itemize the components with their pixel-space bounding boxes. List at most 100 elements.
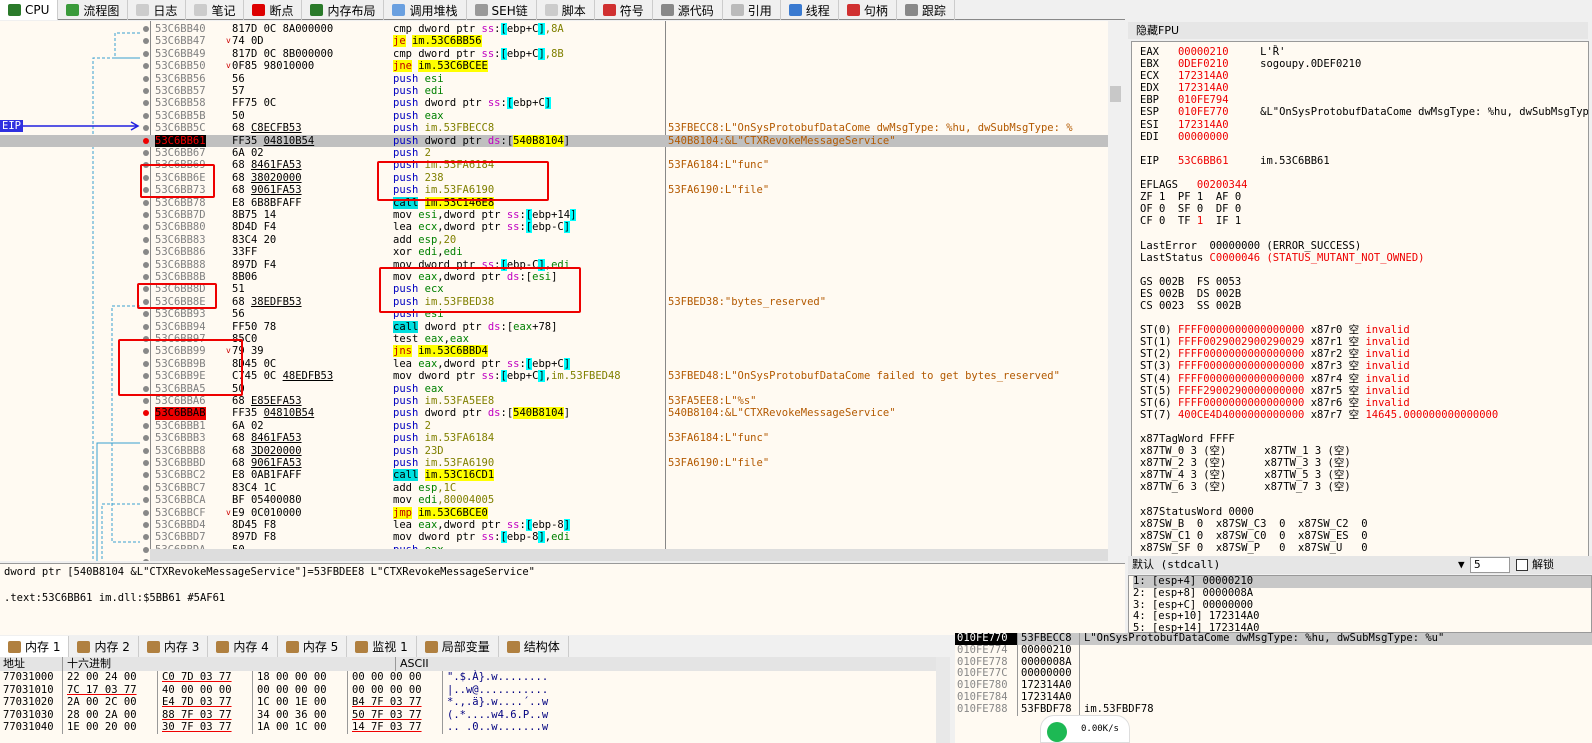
breakpoint-toggle[interactable] [143,125,149,132]
segment-registers[interactable]: ES 002B DS 002B [1140,288,1588,300]
flags-row[interactable]: OF 0 SF 0 DF 0 [1140,203,1588,215]
disasm-row[interactable]: v 53C6BB47 74 0D je im.53C6BB56 [0,35,1108,48]
breakpoint-toggle[interactable] [143,63,149,70]
breakpoint-toggle[interactable] [143,224,149,231]
tab-handle[interactable]: 句柄 [839,0,897,20]
register-esi[interactable]: ESI 172314A0 [1140,119,1588,131]
fpu-register[interactable]: ST(5) FFFF2900290000000000 x87r5 空 inval… [1140,385,1588,397]
breakpoint-toggle[interactable] [143,323,149,330]
register-eflags[interactable]: EFLAGS 00200344 [1140,179,1588,191]
breakpoint-toggle[interactable] [143,410,149,417]
x87-status[interactable]: x87SW_B 0 x87SW_C3 0 x87SW_C2 0 [1140,518,1588,530]
tab-breakpoint[interactable]: 断点 [244,0,303,20]
segment-registers[interactable]: CS 0023 SS 002B [1140,300,1588,312]
memory-tab[interactable]: 内存 3 [139,636,209,657]
fpu-register[interactable]: ST(4) FFFF0000000000000000 x87r4 空 inval… [1140,373,1588,385]
segment-registers[interactable]: GS 002B FS 0053 [1140,276,1588,288]
disasm-row[interactable]: 53C6BB61 FF35 04810B54 push dword ptr ds:[… [0,134,1108,147]
chevron-down-icon[interactable]: ▼ [1458,556,1465,574]
disasm-row[interactable]: 53C6BB78 E8 6B8BFAFF call im.53C146E8 [0,196,1108,209]
disasm-row[interactable]: 53C6BB94 FF50 78 call dword ptr ds:[eax+78… [0,320,1108,333]
disasm-row[interactable]: 53C6BBD7 897D F8 mov dword ptr ss:[ebp-8],… [0,531,1108,544]
fpu-register[interactable]: ST(7) 400CE4D4000000000000 x87r7 空 14645… [1140,409,1588,421]
registers-view[interactable]: EAX 00000210 L'Ȑ' EBX 0DEF0210 sogoupy.0D… [1131,41,1589,566]
breakpoint-toggle[interactable] [143,311,149,318]
disasm-row[interactable]: 53C6BB49 817D 0C 8B000000 cmp dword ptr ss… [0,47,1108,60]
x87-tag[interactable]: x87TW_2 3 (空) x87TW_3 3 (空) [1140,457,1588,469]
disasm-row[interactable]: 53C6BBBD 68 9061FA53 push im.53FA6190 53FA6… [0,457,1108,469]
arg-count-stepper[interactable]: 5 [1470,557,1510,573]
memory-tab[interactable]: 结构体 [499,636,569,657]
memory-row[interactable]: 77031020 2A 00 2C 00 E4 7D 03 77 1C 00 1E 0… [0,696,950,709]
register-ebp[interactable]: EBP 010FE794 [1140,94,1588,106]
memory-row[interactable]: 77031040 1E 00 20 00 30 7F 03 77 1A 00 1C 0… [0,721,950,734]
tab-script[interactable]: 脚本 [537,0,595,20]
breakpoint-toggle[interactable] [143,546,149,553]
stack-row[interactable]: 010FE784 172314A0 [955,691,1592,704]
breakpoint-toggle[interactable] [143,50,149,57]
fpu-register[interactable]: ST(1) FFFF0029002900290029 x87r1 空 inval… [1140,336,1588,348]
tab-trace[interactable]: 跟踪 [897,0,955,20]
fpu-register[interactable]: ST(6) FFFF0000000000000000 x87r6 空 inval… [1140,397,1588,409]
x87-tag[interactable]: x87TW_0 3 (空) x87TW_1 3 (空) [1140,445,1588,457]
register-eax[interactable]: EAX 00000210 L'Ȑ' [1140,46,1588,58]
disasm-row[interactable]: 53C6BBC7 83C4 1C add esp,1C [0,482,1108,494]
breakpoint-toggle[interactable] [143,75,149,82]
disasm-row[interactable]: 53C6BB57 57 push edi [0,85,1108,97]
breakpoint-toggle[interactable] [143,497,149,504]
tab-cpu[interactable]: CPU [0,0,59,20]
breakpoint-toggle[interactable] [143,534,149,541]
breakpoint-toggle[interactable] [143,460,149,466]
x87-tag[interactable]: x87TW_4 3 (空) x87TW_5 3 (空) [1140,469,1588,481]
register-ecx[interactable]: ECX 172314A0 [1140,70,1588,82]
tab-notes[interactable]: 笔记 [186,0,245,20]
hide-fpu-button[interactable]: 隐藏FPU [1128,22,1588,39]
disasm-row[interactable]: v 53C6BBCF E9 0C010000 jmp im.53C6BCE0 [0,506,1108,519]
disassembly-scrollbar[interactable] [1108,21,1123,561]
memory-tab[interactable]: 监视 1 [347,636,417,657]
disasm-row[interactable]: 53C6BB5B 50 push eax [0,110,1108,122]
breakpoint-toggle[interactable] [143,435,149,442]
breakpoint-toggle[interactable] [143,150,149,156]
disasm-row[interactable]: 53C6BB80 8D4D F4 lea ecx,dword ptr ss:[ebp… [0,221,1108,234]
tab-thread[interactable]: 线程 [781,0,839,20]
memory-row[interactable]: 77031000 22 00 24 00 C0 7D 03 77 18 00 00 0… [0,671,950,684]
unlock-checkbox[interactable] [1516,559,1528,571]
disasm-row[interactable]: 53C6BB83 83C4 20 add esp,20 [0,234,1108,246]
disasm-row[interactable]: 53C6BB5C 68 C8ECFB53 push im.53FBECC8 53FBE… [0,122,1108,134]
breakpoint-toggle[interactable] [143,199,149,206]
stack-row[interactable]: 010FE788 53FBDF78 im.53FBDF78 [955,703,1592,716]
tab-memory-map[interactable]: 内存布局 [302,0,385,20]
breakpoint-toggle[interactable] [143,261,149,268]
disasm-row[interactable]: 53C6BB56 56 push esi [0,73,1108,85]
disasm-row[interactable]: 53C6BBB1 6A 02 push 2 [0,420,1108,432]
disasm-row[interactable]: 53C6BBD4 8D45 F8 lea eax,dword ptr ss:[ebp… [0,519,1108,531]
flags-row[interactable]: CF 0 TF 1 IF 1 [1140,215,1588,227]
memory-tab[interactable]: 内存 5 [278,636,348,657]
memory-tab[interactable]: 内存 1 [0,636,70,657]
disasm-row[interactable]: 53C6BB58 FF75 0C push dword ptr ss:[ebp+C] [0,97,1108,110]
arguments-view[interactable]: 1: [esp+4] 00000210 2: [esp+8] 0000008A 3:… [1128,575,1592,634]
tab-call-stack[interactable]: 调用堆栈 [384,0,467,20]
breakpoint-toggle[interactable] [143,509,149,516]
register-edi[interactable]: EDI 00000000 [1140,131,1588,143]
breakpoint-toggle[interactable] [143,236,149,243]
fpu-register[interactable]: ST(0) FFFF0000000000000000 x87r0 空 inval… [1140,324,1588,336]
disasm-row[interactable]: 53C6BB86 33FF xor edi,edi [0,246,1108,258]
disasm-row[interactable]: 53C6BB7D 8B75 14 mov esi,dword ptr ss:[ebp… [0,209,1108,221]
disasm-row[interactable]: 53C6BBCA BF 05400080 mov edi,80004005 [0,494,1108,506]
disasm-row[interactable]: 53C6BBB8 68 3D020000 push 23D [0,445,1108,457]
breakpoint-toggle[interactable] [143,559,149,561]
disasm-row[interactable]: 53C6BBAB FF35 04810B54 push dword ptr ds:[… [0,407,1108,420]
breakpoint-toggle[interactable] [143,472,149,479]
disasm-row[interactable]: 53C6BBC2 E8 0AB1FAFF call im.53C16CD1 [0,469,1108,482]
fpu-register[interactable]: ST(2) FFFF0000000000000000 x87r2 空 inval… [1140,348,1588,360]
tab-search[interactable]: 引用 [723,0,781,20]
disasm-row[interactable]: v 53C6BB50 0F85 98010000 jne im.53C6BCEE [0,60,1108,73]
breakpoint-toggle[interactable] [143,88,149,94]
tab-source[interactable]: 源代码 [653,0,723,20]
breakpoint-toggle[interactable] [143,522,149,528]
tab-tree[interactable]: 流程图 [58,0,129,20]
x87-tagword[interactable]: x87TagWord FFFF [1140,433,1588,445]
horizontal-scrollbar[interactable] [150,549,1108,561]
